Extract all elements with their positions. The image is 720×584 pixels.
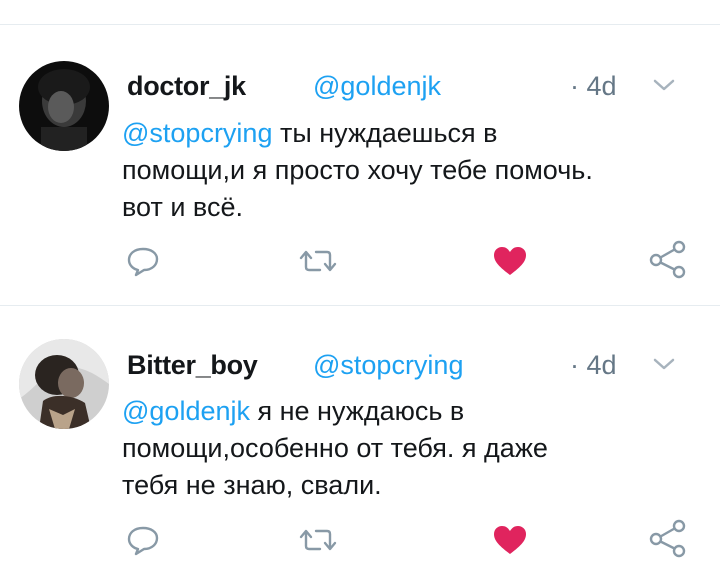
- retweet-icon[interactable]: [298, 522, 338, 558]
- tweet-text-line: ты нуждаешься в: [272, 118, 498, 148]
- display-name[interactable]: Bitter_boy: [127, 350, 258, 381]
- retweet-icon[interactable]: [298, 243, 338, 279]
- tweet-actions: [0, 240, 720, 279]
- timestamp[interactable]: · 4d: [570, 71, 617, 102]
- heart-icon[interactable]: [490, 522, 530, 558]
- tweet[interactable]: Bitter_boy @stopcrying · 4d @goldenjk я …: [0, 306, 720, 584]
- display-name[interactable]: doctor_jk: [127, 71, 246, 102]
- chevron-down-icon[interactable]: [652, 356, 676, 372]
- avatar[interactable]: [19, 339, 109, 429]
- tweet-text-line: я не нуждаюсь в: [250, 396, 465, 426]
- reply-icon[interactable]: [124, 522, 164, 558]
- share-icon[interactable]: [646, 518, 690, 558]
- tweet-text-line: тебя не знаю, свали.: [122, 470, 382, 500]
- tweet-text: @stopcrying ты нуждаешься в помощи,и я п…: [122, 115, 702, 226]
- chevron-down-icon[interactable]: [652, 77, 676, 93]
- user-handle[interactable]: @stopcrying: [313, 350, 463, 381]
- tweet-text-line: помощи,и я просто хочу тебе помочь.: [122, 155, 593, 185]
- share-icon[interactable]: [646, 239, 690, 279]
- reply-icon[interactable]: [124, 243, 164, 279]
- tweet-text-line: помощи,особенно от тебя. я даже: [122, 433, 548, 463]
- timestamp[interactable]: · 4d: [570, 350, 617, 381]
- mention-link[interactable]: @stopcrying: [122, 118, 272, 148]
- tweet-text-line: вот и всё.: [122, 192, 243, 222]
- tweet-text: @goldenjk я не нуждаюсь в помощи,особенн…: [122, 393, 702, 504]
- user-handle[interactable]: @goldenjk: [313, 71, 441, 102]
- heart-icon[interactable]: [490, 243, 530, 279]
- avatar[interactable]: [19, 61, 109, 151]
- mention-link[interactable]: @goldenjk: [122, 396, 250, 426]
- tweet-actions: [0, 519, 720, 558]
- tweet[interactable]: doctor_jk @goldenjk · 4d @stopcrying ты …: [0, 25, 720, 305]
